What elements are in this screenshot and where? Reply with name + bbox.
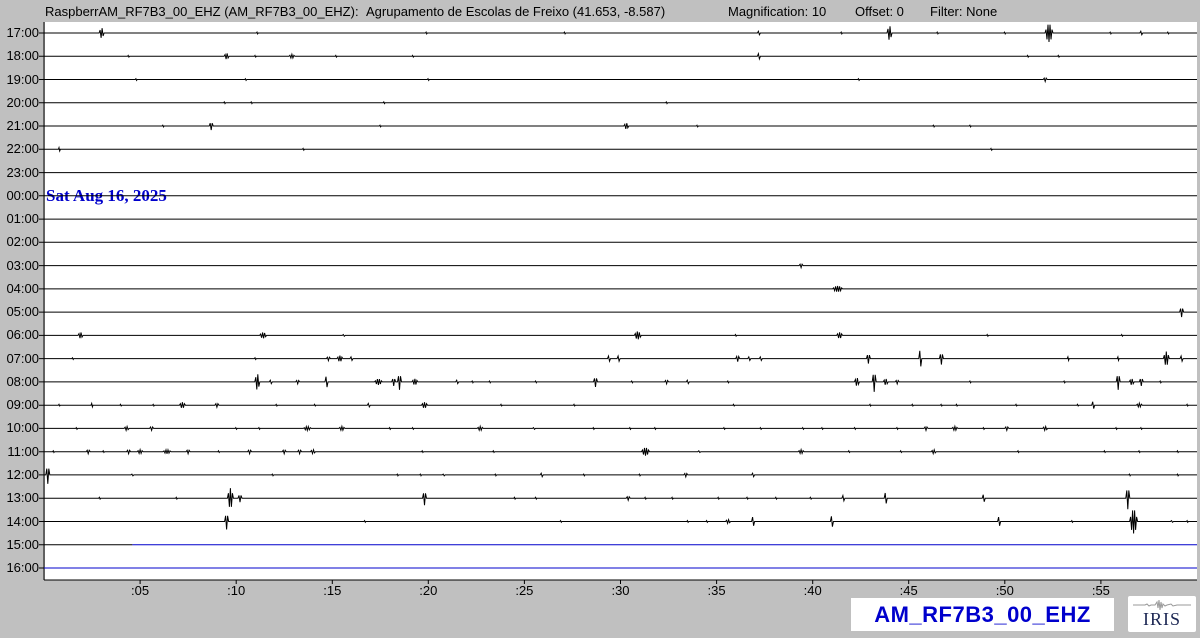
- date-annotation: Sat Aug 16, 2025: [46, 186, 167, 206]
- y-axis-ticks: [39, 33, 44, 568]
- hour-label-05:00: 05:00: [0, 304, 39, 320]
- hour-label-16:00: 16:00: [0, 560, 39, 576]
- iris-logo[interactable]: IRIS: [1128, 596, 1196, 632]
- hour-label-01:00: 01:00: [0, 211, 39, 227]
- x-tick-label-:10: :10: [216, 583, 256, 598]
- hour-label-00:00: 00:00: [0, 188, 39, 204]
- x-tick-label-:05: :05: [120, 583, 160, 598]
- hour-label-02:00: 02:00: [0, 234, 39, 250]
- hour-label-03:00: 03:00: [0, 258, 39, 274]
- header-filter: Filter: None: [930, 4, 997, 19]
- hour-label-11:00: 11:00: [0, 444, 39, 460]
- iris-logo-text: IRIS: [1143, 610, 1181, 628]
- hour-label-21:00: 21:00: [0, 118, 39, 134]
- hour-label-22:00: 22:00: [0, 141, 39, 157]
- hour-label-23:00: 23:00: [0, 165, 39, 181]
- hour-label-06:00: 06:00: [0, 327, 39, 343]
- x-tick-label-:15: :15: [312, 583, 352, 598]
- hour-label-13:00: 13:00: [0, 490, 39, 506]
- hour-label-15:00: 15:00: [0, 537, 39, 553]
- header-station-id: RaspberrAM_RF7B3_00_EHZ (AM_RF7B3_00_EHZ…: [45, 4, 359, 19]
- helicorder-plot-area[interactable]: [45, 22, 1197, 580]
- x-tick-label-:55: :55: [1081, 583, 1121, 598]
- hour-label-17:00: 17:00: [0, 25, 39, 41]
- hour-label-04:00: 04:00: [0, 281, 39, 297]
- x-tick-label-:45: :45: [889, 583, 929, 598]
- hour-label-07:00: 07:00: [0, 351, 39, 367]
- x-tick-label-:40: :40: [793, 583, 833, 598]
- x-tick-label-:25: :25: [504, 583, 544, 598]
- hour-label-18:00: 18:00: [0, 48, 39, 64]
- x-tick-label-:35: :35: [697, 583, 737, 598]
- hour-label-08:00: 08:00: [0, 374, 39, 390]
- hour-label-20:00: 20:00: [0, 95, 39, 111]
- x-tick-label-:20: :20: [408, 583, 448, 598]
- hour-label-19:00: 19:00: [0, 72, 39, 88]
- hour-label-10:00: 10:00: [0, 420, 39, 436]
- station-badge: AM_RF7B3_00_EHZ: [851, 598, 1114, 631]
- hour-label-14:00: 14:00: [0, 514, 39, 530]
- header-offset: Offset: 0: [855, 4, 904, 19]
- x-tick-label-:50: :50: [985, 583, 1025, 598]
- header-magnification: Magnification: 10: [728, 4, 826, 19]
- x-tick-label-:30: :30: [601, 583, 641, 598]
- header-station-description: Agrupamento de Escolas de Freixo (41.653…: [366, 4, 665, 19]
- hour-label-09:00: 09:00: [0, 397, 39, 413]
- hour-label-12:00: 12:00: [0, 467, 39, 483]
